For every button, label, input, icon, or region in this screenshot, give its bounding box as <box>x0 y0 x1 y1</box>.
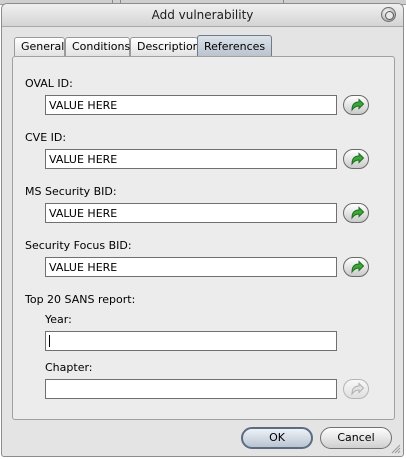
year-label: Year: <box>45 313 72 326</box>
tab-description[interactable]: Description <box>130 37 200 56</box>
chapter-label: Chapter: <box>45 361 93 374</box>
sans-report-label: Top 20 SANS report: <box>25 293 136 306</box>
oval-id-label: OVAL ID: <box>25 77 73 90</box>
green-arrow-icon <box>351 206 365 220</box>
oval-go-button[interactable] <box>343 95 369 115</box>
arrow-icon-disabled <box>351 382 365 396</box>
cve-id-field[interactable]: VALUE HERE <box>45 149 337 169</box>
tab-references[interactable]: References <box>197 35 272 57</box>
cve-id-label: CVE ID: <box>25 131 67 144</box>
cancel-button[interactable]: Cancel <box>320 427 392 449</box>
security-focus-label: Security Focus BID: <box>25 239 132 252</box>
green-arrow-icon <box>351 152 365 166</box>
oval-id-field[interactable]: VALUE HERE <box>45 95 337 115</box>
green-arrow-icon <box>351 260 365 274</box>
window-title: Add vulnerability <box>151 8 254 22</box>
year-field[interactable] <box>45 331 337 351</box>
close-icon[interactable] <box>381 7 396 22</box>
ms-bid-label: MS Security BID: <box>25 185 117 198</box>
tab-conditions[interactable]: Conditions <box>65 37 130 56</box>
references-panel: OVAL ID: VALUE HERE CVE ID: VALUE HERE M… <box>12 56 395 420</box>
security-focus-field[interactable]: VALUE HERE <box>45 257 337 277</box>
green-arrow-icon <box>351 98 365 112</box>
security-focus-go-button[interactable] <box>343 257 369 277</box>
tab-general[interactable]: General <box>14 37 65 56</box>
ok-button[interactable]: OK <box>241 427 313 449</box>
dialog-window: Add vulnerability General Conditions Des… <box>1 3 404 457</box>
ms-bid-field[interactable]: VALUE HERE <box>45 203 337 223</box>
cve-go-button[interactable] <box>343 149 369 169</box>
resize-grip-icon[interactable] <box>391 444 401 454</box>
chapter-go-button[interactable] <box>343 379 369 399</box>
chapter-field[interactable] <box>45 379 337 399</box>
ms-go-button[interactable] <box>343 203 369 223</box>
title-bar[interactable]: Add vulnerability <box>2 4 403 27</box>
